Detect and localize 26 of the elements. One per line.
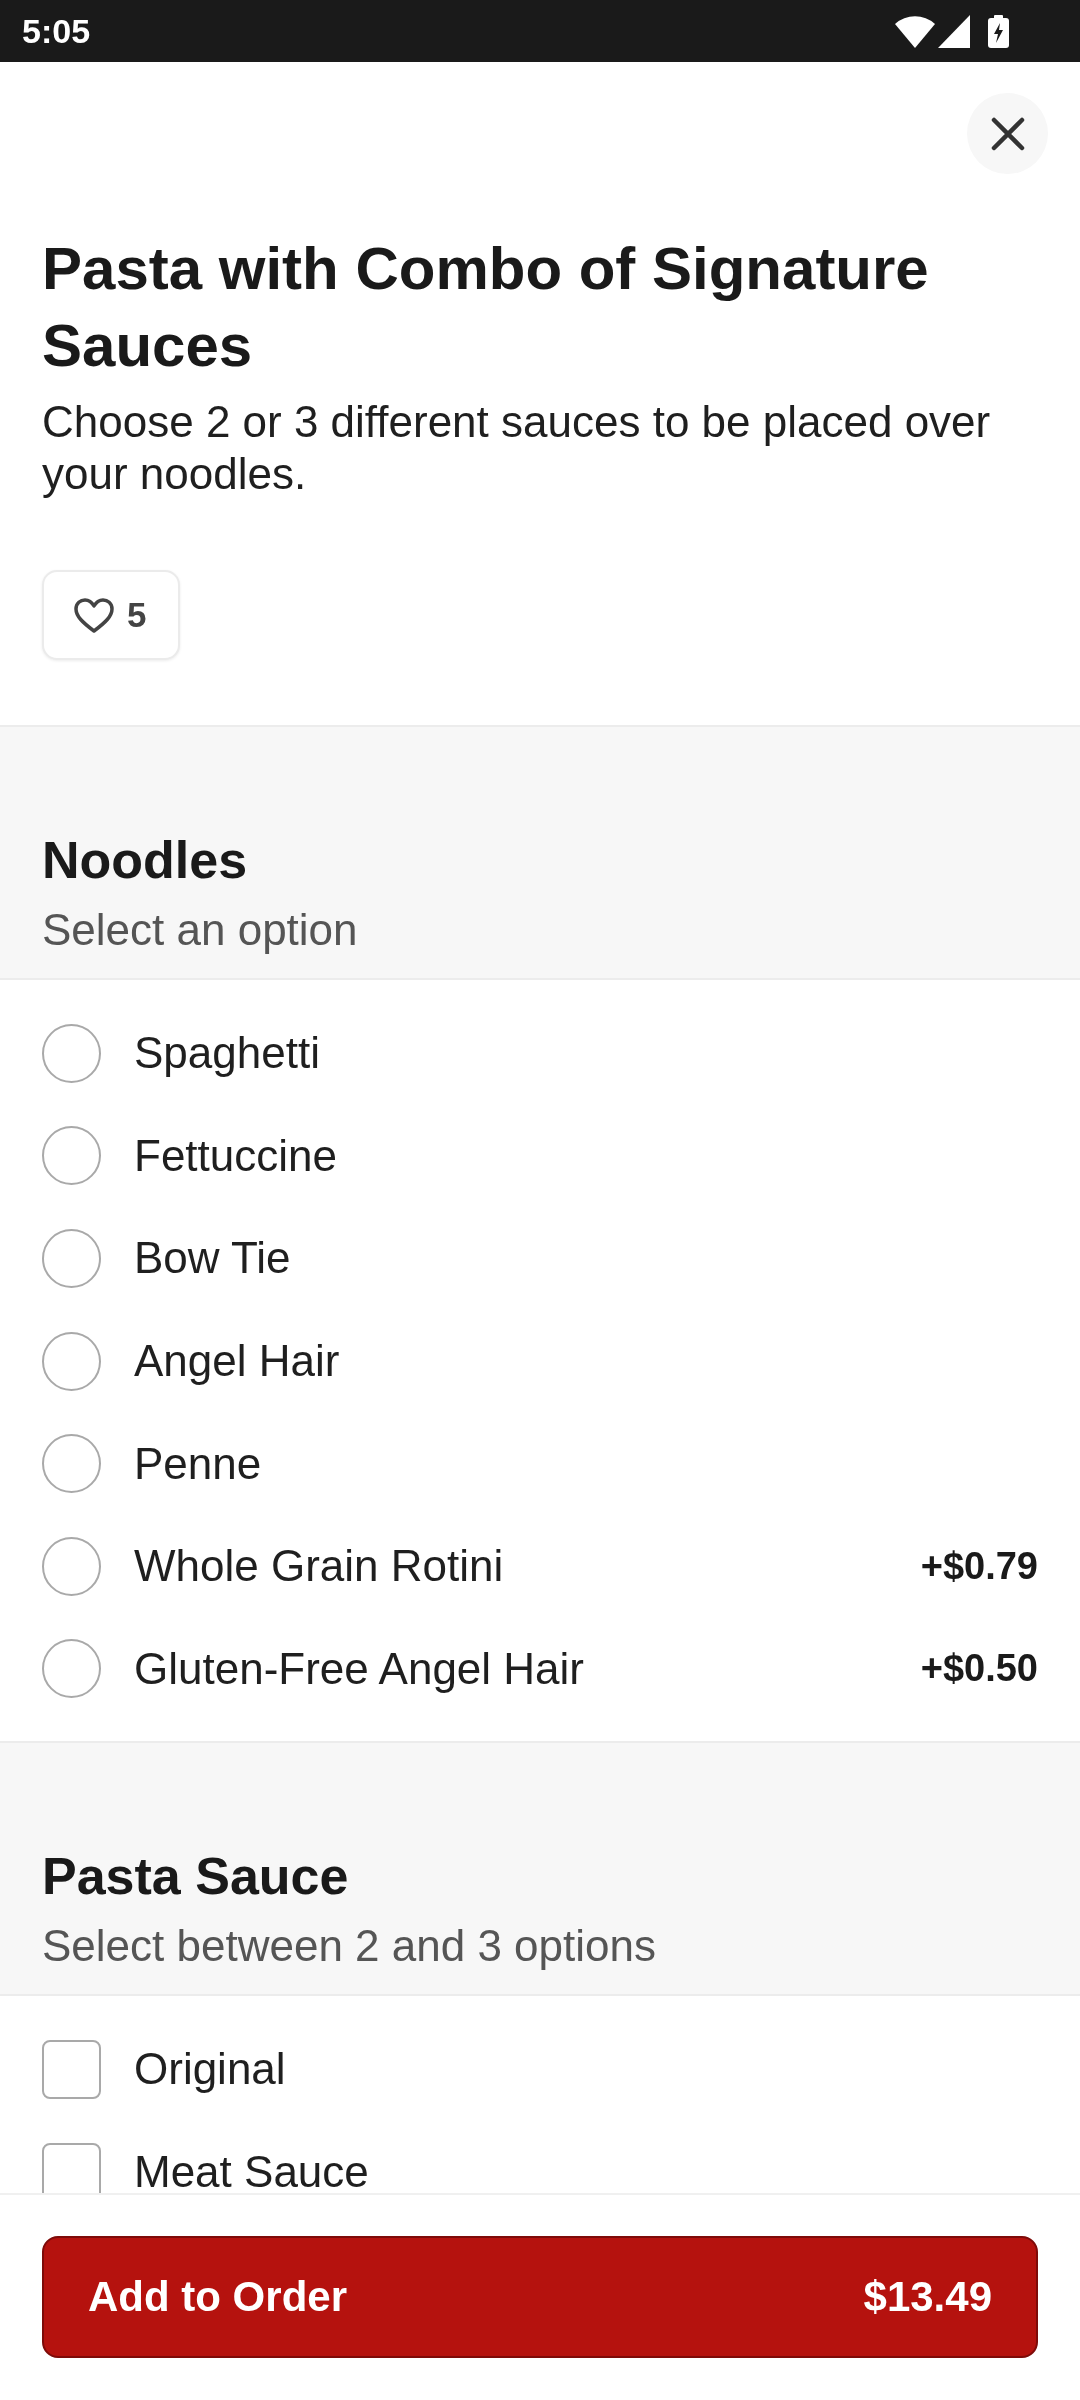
option-price: +$0.79 — [920, 1544, 1038, 1588]
section-subtitle: Select an option — [42, 904, 359, 956]
option-label: Fettuccine — [134, 1133, 337, 1178]
wifi-icon — [895, 14, 935, 48]
option-label: Original — [134, 2047, 286, 2092]
option-label: Meat Sauce — [134, 2150, 369, 2193]
section-title: Pasta Sauce — [42, 1846, 350, 1908]
option-label: Penne — [134, 1441, 262, 1486]
like-button[interactable]: 5 — [42, 570, 180, 660]
section-subtitle: Select between 2 and 3 options — [42, 1920, 657, 1973]
option-label: Spaghetti — [134, 1031, 320, 1076]
option-label: Angel Hair — [134, 1339, 340, 1384]
item-description: Choose 2 or 3 different sauces to be placed over your noodles. — [42, 396, 992, 500]
add-to-order-button[interactable]: Add to Order $13.49 — [42, 2236, 1038, 2358]
signal-icon — [938, 14, 970, 48]
section-title: Noodles — [42, 830, 249, 891]
checkbox[interactable] — [42, 2039, 101, 2099]
option-label: Bow Tie — [134, 1236, 291, 1281]
status-time: 5:05 — [22, 11, 91, 51]
option-label: Gluten-Free Angel Hair — [134, 1646, 584, 1691]
close-icon — [990, 116, 1025, 151]
battery-icon — [988, 14, 1009, 48]
checkbox[interactable] — [42, 2142, 101, 2193]
item-title: Pasta with Combo of Signature Sauces — [42, 234, 930, 381]
option-price: +$0.50 — [920, 1647, 1038, 1691]
option-label: Whole Grain Rotini — [134, 1544, 504, 1589]
